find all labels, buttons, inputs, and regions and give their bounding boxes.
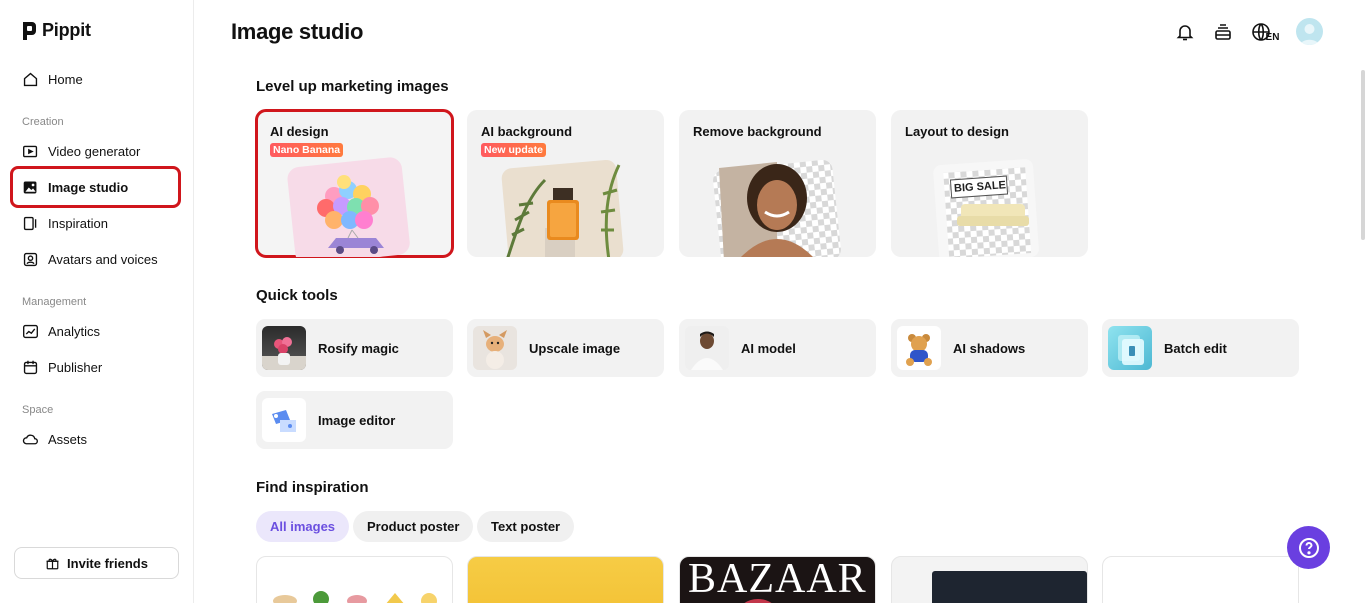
sidebar-item-home[interactable]: Home (14, 63, 178, 95)
sidebar: Pippit Home Creation Video generator Ima… (0, 0, 194, 603)
header-actions: EN (1174, 18, 1323, 45)
language-button[interactable]: EN (1250, 21, 1280, 43)
tool-upscale-image[interactable]: Upscale image (467, 319, 664, 377)
main-content: Image studio EN Level up marketing image… (195, 0, 1365, 603)
chip-text-poster[interactable]: Text poster (477, 511, 575, 542)
sidebar-item-label: Home (48, 71, 83, 87)
card-ai-design[interactable]: AI design Nano Banana (255, 109, 454, 258)
tool-label: Upscale image (529, 340, 621, 356)
tool-ai-shadows[interactable]: AI shadows (891, 319, 1088, 377)
analytics-icon (23, 324, 38, 338)
image-studio-icon (23, 181, 37, 193)
bazaar-title: BAZAAR (688, 556, 867, 602)
batch-edit-thumbnail (1108, 326, 1152, 370)
batch-stack-icon (1118, 335, 1144, 365)
inspiration-thumbnail-bazaar[interactable]: BAZAAR (679, 556, 876, 603)
logo-text: Pippit (42, 20, 91, 40)
upscale-thumbnail (473, 326, 517, 370)
sidebar-item-label: Publisher (48, 359, 103, 375)
inspiration-thumbnail-monitor[interactable] (891, 556, 1088, 603)
cloud-icon (22, 434, 38, 444)
woman-portrait-image (713, 159, 841, 257)
chip-product-poster[interactable]: Product poster (353, 511, 474, 542)
ai-shadows-thumbnail (897, 326, 941, 370)
calendar-icon (23, 360, 38, 374)
bell-icon (1176, 24, 1194, 40)
card-layout-to-design[interactable]: Layout to design BIG SALE (891, 110, 1088, 257)
notifications-button[interactable] (1174, 21, 1196, 43)
tool-label: Image editor (318, 412, 396, 428)
user-avatar-icon (1300, 24, 1319, 45)
page-title: Image studio (231, 19, 364, 44)
teddy-bear-icon (906, 334, 932, 366)
question-icon (1298, 537, 1319, 558)
quick-tools-title: Quick tools (256, 287, 338, 304)
rosify-thumbnail (262, 326, 306, 370)
sidebar-item-label: Image studio (48, 179, 129, 195)
sidebar-item-label: Video generator (48, 143, 141, 159)
sidebar-item-assets[interactable]: Assets (14, 423, 178, 455)
app-root: Pippit Home Creation Video generator Ima… (0, 0, 1365, 603)
home-icon (23, 72, 38, 86)
page-scrollbar[interactable] (1361, 70, 1365, 240)
sidebar-item-publisher[interactable]: Publisher (14, 351, 178, 383)
inspiration-thumbnail-food[interactable] (256, 556, 453, 603)
balloon-car-image (287, 157, 410, 257)
card-remove-background[interactable]: Remove background (679, 110, 876, 257)
sidebar-item-label: Analytics (48, 323, 101, 339)
perfume-bottle-image (501, 159, 624, 257)
logo[interactable]: Pippit (22, 20, 91, 41)
tool-label: Batch edit (1164, 340, 1227, 356)
sidebar-item-video-generator[interactable]: Video generator (14, 135, 178, 167)
sidebar-section-management: Management (22, 296, 87, 308)
user-avatar[interactable] (1296, 18, 1323, 45)
man-model-icon (691, 331, 723, 370)
avatar-voice-icon (23, 252, 38, 266)
inspiration-thumbnail-blank[interactable] (1102, 556, 1299, 603)
gift-icon (46, 558, 59, 569)
ai-model-thumbnail (685, 326, 729, 370)
card-ai-background[interactable]: AI background New update (467, 110, 664, 257)
sidebar-item-label: Avatars and voices (48, 251, 158, 267)
food-image (273, 591, 437, 603)
card-stack-icon (1215, 23, 1231, 40)
tool-rosify-magic[interactable]: Rosify magic (256, 319, 453, 377)
video-generator-icon (23, 145, 38, 157)
tool-ai-model[interactable]: AI model (679, 319, 876, 377)
tool-batch-edit[interactable]: Batch edit (1102, 319, 1299, 377)
chip-all-images[interactable]: All images (256, 511, 350, 542)
subscription-button[interactable] (1212, 21, 1234, 43)
inspiration-thumbnail-yellow[interactable] (467, 556, 664, 603)
sidebar-section-creation: Creation (22, 116, 64, 128)
tool-image-editor[interactable]: Image editor (256, 391, 453, 449)
inspiration-icon (23, 216, 37, 230)
find-inspiration-title: Find inspiration (256, 479, 369, 496)
tool-label: Rosify magic (318, 340, 399, 356)
monitor-screen-shape (932, 571, 1087, 603)
tool-label: AI shadows (953, 340, 1026, 356)
flower-vase-icon (262, 337, 306, 370)
invite-friends-button[interactable]: Invite friends (14, 547, 179, 579)
sidebar-item-inspiration[interactable]: Inspiration (14, 207, 178, 239)
language-code: EN (1265, 32, 1280, 43)
sidebar-item-label: Inspiration (48, 215, 108, 231)
help-button[interactable] (1287, 526, 1330, 569)
image-editor-icon (272, 410, 296, 432)
invite-friends-label: Invite friends (67, 555, 148, 571)
sidebar-section-space: Space (22, 404, 54, 416)
sidebar-item-label: Assets (48, 431, 88, 447)
sidebar-item-analytics[interactable]: Analytics (14, 315, 178, 347)
image-editor-thumbnail (262, 398, 306, 442)
dog-icon (483, 330, 507, 369)
level-up-title: Level up marketing images (256, 78, 449, 95)
pippit-logo-icon (23, 21, 36, 40)
sidebar-item-avatars-voices[interactable]: Avatars and voices (14, 243, 178, 275)
tool-label: AI model (741, 340, 796, 356)
sidebar-item-image-studio[interactable]: Image studio (10, 166, 181, 208)
